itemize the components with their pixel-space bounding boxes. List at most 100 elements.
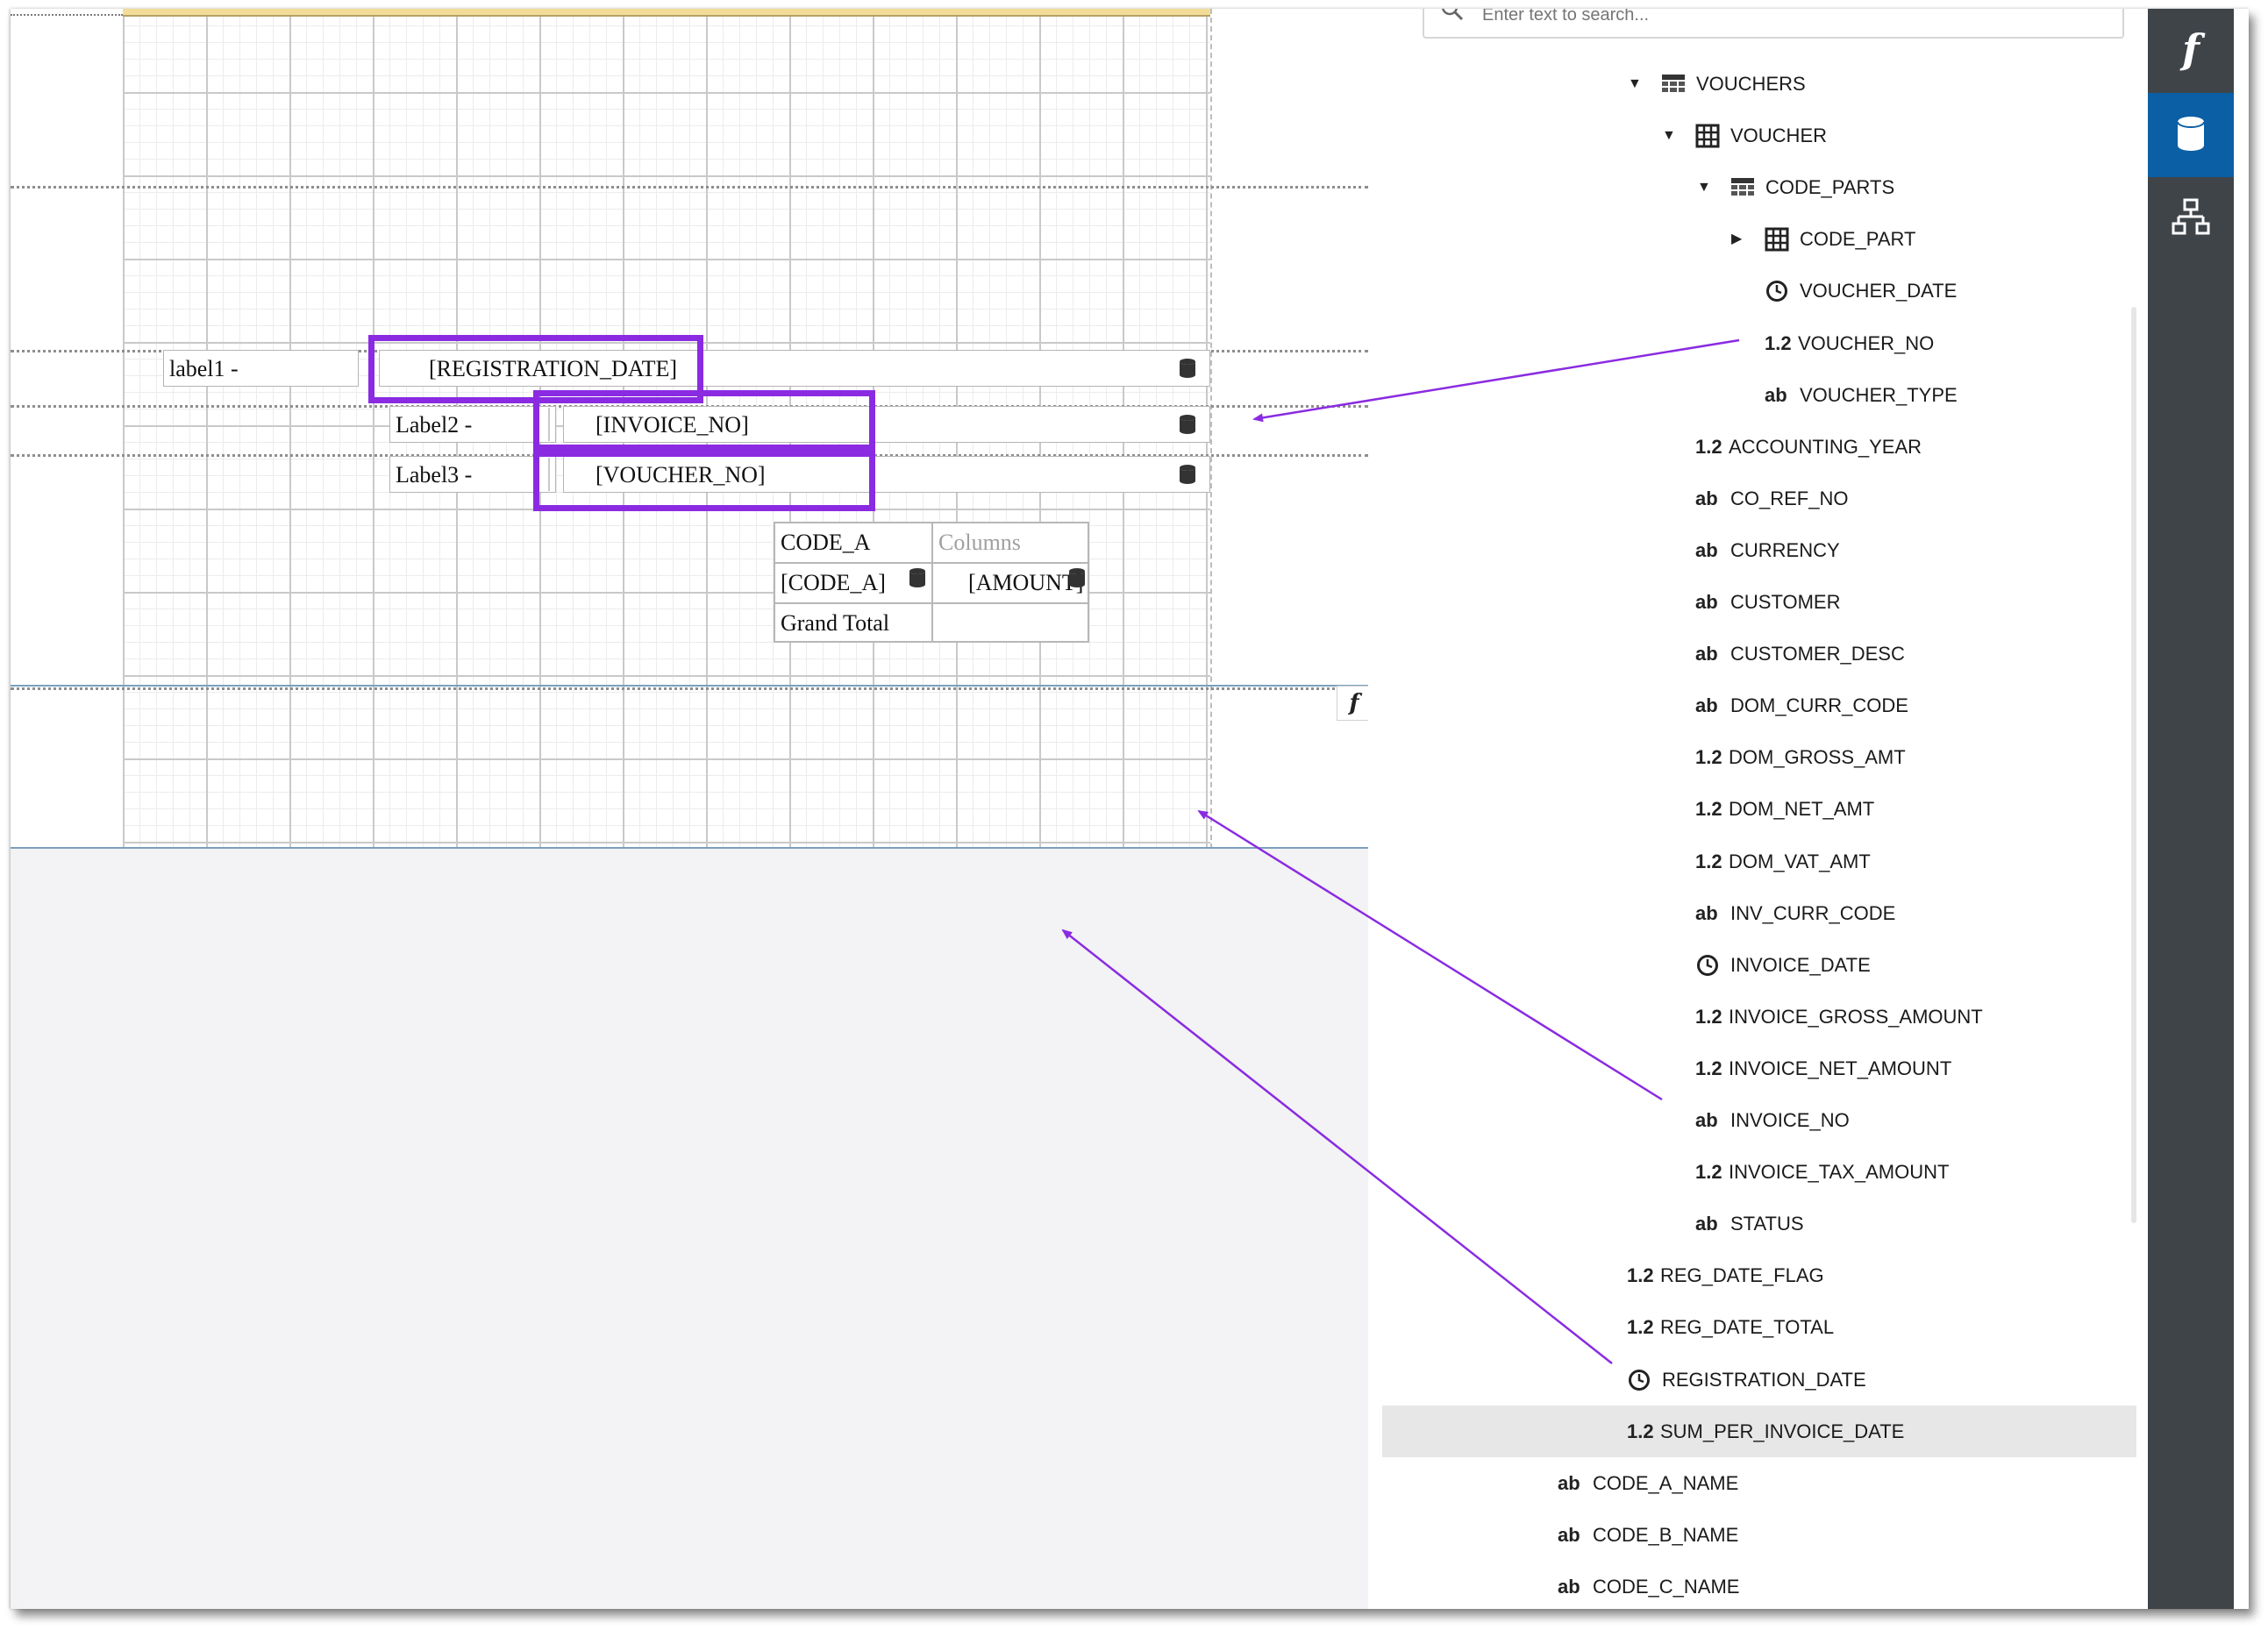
field-list-item[interactable]: 1.2 DOM_VAT_AMT bbox=[1382, 836, 2136, 887]
string-type-icon: ab bbox=[1695, 1109, 1718, 1131]
date-type-icon bbox=[1697, 954, 1718, 976]
field-list-item[interactable]: ab DOM_CURR_CODE bbox=[1382, 680, 2136, 731]
field-list-item[interactable]: 1.2 REG_DATE_FLAG bbox=[1382, 1249, 2136, 1301]
crosstab-columns-header[interactable]: Columns bbox=[931, 522, 1089, 564]
label3[interactable]: Label3 - bbox=[389, 456, 556, 493]
database-icon[interactable] bbox=[1067, 567, 1087, 588]
field-label: STATUS bbox=[1730, 1213, 1804, 1235]
field-list-item[interactable]: ab CO_REF_NO bbox=[1382, 473, 2136, 524]
crosstab-grand-total-cell[interactable] bbox=[931, 602, 1089, 643]
crosstab-data-field[interactable]: [AMOUNT] bbox=[931, 562, 1089, 604]
function-icon: f bbox=[2182, 25, 2200, 73]
frame-edge bbox=[2234, 9, 2249, 1609]
field-label: DOM_NET_AMT bbox=[1729, 798, 1875, 821]
database-icon[interactable] bbox=[1178, 358, 1197, 379]
page-right-margin-line bbox=[1210, 9, 1212, 849]
application-frame: label1 - [REGISTRATION_DATE] Label2 - [I… bbox=[11, 9, 2249, 1609]
database-icon[interactable] bbox=[1178, 464, 1197, 485]
string-type-icon: ab bbox=[1695, 538, 1718, 561]
date-type-icon-wrap bbox=[1765, 279, 1789, 303]
scrollbar[interactable] bbox=[2131, 307, 2136, 1223]
field-list-item[interactable]: 1.2 DOM_GROSS_AMT bbox=[1382, 731, 2136, 783]
date-type-icon-wrap bbox=[1695, 953, 1720, 978]
field-label: CUSTOMER_DESC bbox=[1730, 643, 1905, 665]
string-type-icon: ab bbox=[1695, 643, 1718, 665]
number-type-icon: 1.2 bbox=[1695, 850, 1722, 872]
field-list-item[interactable]: ab VOUCHER_TYPE bbox=[1382, 369, 2136, 421]
field-list-item[interactable]: 1.2 VOUCHER_NO bbox=[1382, 317, 2136, 369]
horizontal-ruler[interactable] bbox=[123, 9, 1210, 17]
field-list-item[interactable]: ab STATUS bbox=[1382, 1198, 2136, 1249]
field-list-item[interactable]: ▼ VOUCHERS bbox=[1382, 58, 2136, 110]
field-list-item[interactable]: ab CODE_C_NAME bbox=[1382, 1561, 2136, 1609]
field-list-item[interactable]: 1.2 DOM_NET_AMT bbox=[1382, 783, 2136, 835]
field-list-item[interactable]: 1.2 ACCOUNTING_YEAR bbox=[1382, 421, 2136, 473]
field-list-item[interactable]: 1.2 INVOICE_GROSS_AMOUNT bbox=[1382, 991, 2136, 1043]
field-list-item[interactable]: REGISTRATION_DATE bbox=[1382, 1354, 2136, 1406]
functions-tab-button[interactable]: f bbox=[2148, 9, 2234, 93]
function-icon[interactable]: f bbox=[1337, 686, 1368, 721]
band-separator[interactable] bbox=[11, 186, 1368, 189]
search-box[interactable] bbox=[1423, 9, 2124, 39]
field-list-item[interactable]: 1.2 SUM_PER_INVOICE_DATE bbox=[1382, 1405, 2136, 1457]
field-list-item[interactable]: VOUCHER_DATE bbox=[1382, 265, 2136, 317]
string-type-icon: ab bbox=[1558, 1575, 1580, 1598]
field-list-item[interactable]: ab CODE_A_NAME bbox=[1382, 1457, 2136, 1509]
field-label: VOUCHER_DATE bbox=[1800, 280, 1958, 302]
field-list-item[interactable]: INVOICE_DATE bbox=[1382, 939, 2136, 991]
field-list-item[interactable]: ab INVOICE_NO bbox=[1382, 1094, 2136, 1146]
field-list-item[interactable]: 1.2 INVOICE_TAX_AMOUNT bbox=[1382, 1146, 2136, 1198]
field-list-item[interactable]: ab CUSTOMER bbox=[1382, 576, 2136, 628]
string-type-icon: ab bbox=[1695, 487, 1718, 509]
field-label: REG_DATE_FLAG bbox=[1660, 1264, 1824, 1287]
number-type-icon: 1.2 bbox=[1695, 798, 1722, 821]
number-type-icon: 1.2 bbox=[1695, 1005, 1722, 1028]
band-boundary bbox=[11, 685, 1368, 687]
field-label: REGISTRATION_DATE bbox=[1662, 1368, 1866, 1391]
field-list-panel: ▼ VOUCHERS ▼ VOUCHER ▼ CODE_PARTS ▶ CODE_PART VO… bbox=[1382, 9, 2148, 1609]
number-type-icon: 1.2 bbox=[1627, 1264, 1654, 1287]
number-type-icon: 1.2 bbox=[1695, 746, 1722, 769]
report-explorer-tab-button[interactable] bbox=[2148, 177, 2234, 261]
search-input[interactable] bbox=[1482, 9, 2096, 28]
number-type-icon: 1.2 bbox=[1695, 1161, 1722, 1184]
date-type-icon-wrap bbox=[1627, 1368, 1651, 1392]
band-separator[interactable] bbox=[11, 687, 1368, 690]
field-label: CODE_PARTS bbox=[1765, 176, 1895, 199]
string-type-icon: ab bbox=[1695, 694, 1718, 717]
report-page[interactable]: label1 - [REGISTRATION_DATE] Label2 - [I… bbox=[11, 9, 1368, 849]
label2[interactable]: Label2 - bbox=[389, 406, 556, 443]
field-label: DOM_CURR_CODE bbox=[1730, 694, 1908, 717]
field-list-item[interactable]: ▼ CODE_PARTS bbox=[1382, 161, 2136, 213]
field-label: INVOICE_DATE bbox=[1730, 953, 1871, 976]
field-list-item[interactable]: ab INV_CURR_CODE bbox=[1382, 887, 2136, 939]
report-designer-surface[interactable]: label1 - [REGISTRATION_DATE] Label2 - [I… bbox=[11, 9, 1368, 1609]
field-list-tab-button[interactable] bbox=[2148, 93, 2234, 177]
field-list-item[interactable]: ab CURRENCY bbox=[1382, 524, 2136, 576]
field-label: VOUCHER bbox=[1730, 125, 1828, 147]
field-list-item[interactable]: ▼ VOUCHER bbox=[1382, 110, 2136, 161]
label1[interactable]: label1 - bbox=[163, 350, 359, 387]
expand-arrow-icon[interactable]: ▼ bbox=[1662, 110, 1676, 161]
database-icon[interactable] bbox=[1178, 414, 1197, 435]
number-type-icon: 1.2 bbox=[1765, 331, 1792, 354]
string-type-icon: ab bbox=[1695, 901, 1718, 924]
field-label: VOUCHER_TYPE bbox=[1800, 383, 1958, 406]
collapse-arrow-icon[interactable]: ▶ bbox=[1731, 213, 1742, 265]
field-label: VOUCHERS bbox=[1696, 73, 1806, 95]
field-label: CODE_C_NAME bbox=[1593, 1575, 1740, 1598]
crosstab-row-header[interactable]: CODE_A bbox=[774, 522, 933, 564]
search-icon bbox=[1441, 9, 1464, 21]
field-label: CUSTOMER bbox=[1730, 591, 1841, 613]
field-list-item[interactable]: 1.2 INVOICE_NET_AMOUNT bbox=[1382, 1043, 2136, 1094]
field-list-item[interactable]: ab CUSTOMER_DESC bbox=[1382, 628, 2136, 680]
expand-arrow-icon[interactable]: ▼ bbox=[1628, 58, 1642, 110]
crosstab-grand-total[interactable]: Grand Total bbox=[774, 602, 933, 643]
highlight-box bbox=[533, 445, 875, 511]
string-type-icon: ab bbox=[1695, 1213, 1718, 1235]
expand-arrow-icon[interactable]: ▼ bbox=[1697, 161, 1711, 213]
field-list-item[interactable]: ab CODE_B_NAME bbox=[1382, 1509, 2136, 1561]
database-icon[interactable] bbox=[908, 567, 927, 588]
field-list-item[interactable]: 1.2 REG_DATE_TOTAL bbox=[1382, 1301, 2136, 1353]
field-list-item[interactable]: ▶ CODE_PART bbox=[1382, 213, 2136, 265]
